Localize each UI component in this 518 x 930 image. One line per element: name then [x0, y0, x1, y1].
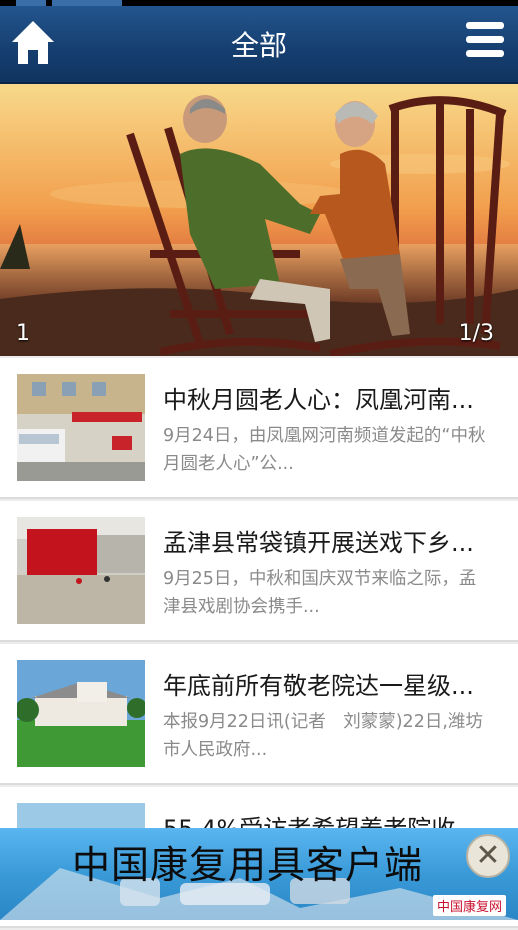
page-title: 全部: [230, 29, 287, 62]
banner-page-counter: 1/3: [458, 321, 494, 346]
ad-title: 中国康复用具客户端: [72, 843, 424, 887]
banner-carousel[interactable]: 1 1/3: [0, 84, 518, 356]
news-item[interactable]: 年底前所有敬老院达一星级... 本报9月22日讯(记者 刘蒙蒙)22日,潍坊市人…: [0, 644, 518, 785]
menu-button[interactable]: [466, 22, 504, 64]
banner-image: [0, 84, 518, 356]
news-item[interactable]: 孟津县常袋镇开展送戏下乡... 9月25日，中秋和国庆双节来临之际，孟津县戏剧协…: [0, 501, 518, 642]
news-summary: 9月24日，由凤凰网河南频道发起的“中秋月圆老人心”公...: [163, 426, 486, 474]
news-thumbnail: [17, 517, 145, 624]
news-thumbnail: [17, 374, 145, 481]
ad-banner[interactable]: 中国康复用具客户端 ✕ 中国康复网: [0, 828, 518, 920]
news-title: 孟津县常袋镇开展送戏下乡...: [163, 529, 474, 557]
top-navigation-bar: 全部: [0, 6, 518, 84]
news-title: 年底前所有敬老院达一星级...: [163, 672, 474, 700]
news-summary: 本报9月22日讯(记者 刘蒙蒙)22日,潍坊市人民政府...: [163, 712, 483, 760]
news-summary: 9月25日，中秋和国庆双节来临之际，孟津县戏剧协会携手...: [163, 569, 477, 617]
news-title: 中秋月圆老人心：凤凰河南...: [163, 386, 474, 414]
menu-icon: [466, 22, 504, 57]
ad-brand-logo: 中国康复网: [432, 895, 506, 916]
banner-index-label: 1: [16, 321, 30, 346]
close-icon[interactable]: ✕: [466, 834, 510, 878]
news-thumbnail: [17, 660, 145, 767]
news-item[interactable]: 中秋月圆老人心：凤凰河南... 9月24日，由凤凰网河南频道发起的“中秋月圆老人…: [0, 358, 518, 499]
